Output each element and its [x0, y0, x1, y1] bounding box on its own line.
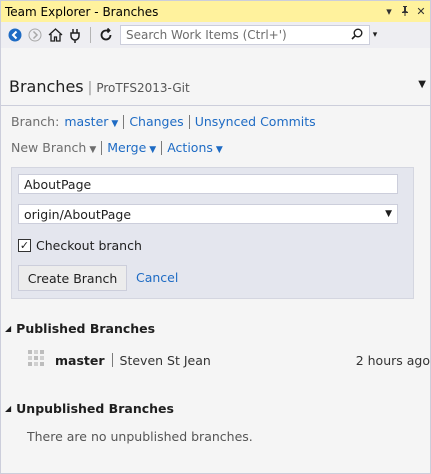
connect-icon[interactable] — [65, 25, 85, 45]
project-name: ProTFS2013-Git — [96, 81, 190, 95]
actions-line: New Branch ▼ Merge ▼ Actions ▼ — [11, 140, 223, 155]
cancel-link[interactable]: Cancel — [136, 270, 178, 285]
title-bar: Team Explorer - Branches ▾ ✕ — [1, 1, 430, 22]
back-arrow-icon[interactable] — [5, 25, 25, 45]
link-divider — [123, 114, 125, 129]
dropdown-caret-icon[interactable]: ▾ — [382, 5, 396, 18]
new-branch-label: New Branch — [11, 140, 87, 155]
checkout-branch-option[interactable]: ✓ Checkout branch — [18, 238, 142, 253]
close-icon[interactable]: ✕ — [414, 5, 428, 18]
page-header: Branches | ProTFS2013-Git ▼ — [1, 77, 430, 96]
checkout-branch-label: Checkout branch — [36, 238, 142, 253]
actions-label: Actions — [167, 140, 213, 155]
branch-row[interactable]: master Steven St Jean 2 hours ago — [27, 347, 430, 373]
home-icon[interactable] — [45, 25, 65, 45]
team-explorer-panel: Team Explorer - Branches ▾ ✕ Search Work… — [0, 0, 431, 474]
new-branch-dropdown[interactable]: New Branch ▼ — [11, 140, 96, 155]
published-branches-header[interactable]: ◢ Published Branches — [5, 321, 155, 336]
link-divider — [101, 140, 103, 155]
source-branch-value: origin/AboutPage — [24, 206, 132, 222]
source-branch-select[interactable]: origin/AboutPage ▼ — [18, 204, 398, 224]
search-icon[interactable] — [351, 28, 369, 43]
branch-author: Steven St Jean — [119, 352, 211, 368]
chevron-down-icon: ▼ — [89, 145, 97, 155]
header-divider: | — [87, 80, 93, 96]
search-work-items-input[interactable]: Search Work Items (Ctrl+') — [120, 25, 370, 45]
chevron-down-icon: ▼ — [215, 145, 223, 155]
dropdown-arrow-icon[interactable]: ▼ — [385, 209, 392, 219]
branch-line: Branch: master ▼ Changes Unsynced Commits — [11, 114, 316, 129]
window-title: Team Explorer - Branches — [5, 4, 159, 19]
link-divider — [188, 114, 190, 129]
refresh-icon[interactable] — [96, 25, 116, 45]
actions-dropdown[interactable]: Actions ▼ — [167, 140, 223, 155]
forward-arrow-icon[interactable] — [25, 25, 45, 45]
create-branch-form: AboutPage origin/AboutPage ▼ ✓ Checkout … — [11, 167, 414, 299]
unpublished-branches-header[interactable]: ◢ Unpublished Branches — [5, 401, 174, 416]
changes-link[interactable]: Changes — [129, 114, 183, 129]
branch-time: 2 hours ago — [355, 352, 430, 368]
published-branches-title: Published Branches — [16, 321, 156, 336]
toolbar: Search Work Items (Ctrl+') ▾ — [1, 22, 430, 48]
branch-name: master — [55, 352, 105, 368]
header-divider-line — [1, 105, 430, 106]
toolbar-separator — [90, 27, 91, 43]
row-divider — [111, 353, 113, 367]
chevron-down-icon: ▼ — [111, 119, 119, 129]
merge-label: Merge — [107, 140, 147, 155]
pin-icon[interactable] — [398, 5, 412, 19]
chevron-down-icon: ▼ — [149, 145, 157, 155]
branch-icon — [28, 350, 44, 366]
page-title[interactable]: Branches — [9, 77, 84, 96]
branch-name-input[interactable]: AboutPage — [18, 174, 398, 194]
branch-label: Branch: — [11, 114, 60, 129]
empty-state-text: There are no unpublished branches. — [27, 429, 253, 444]
current-branch-dropdown[interactable]: master ▼ — [64, 114, 118, 129]
unpublished-branches-title: Unpublished Branches — [16, 401, 174, 416]
merge-dropdown[interactable]: Merge ▼ — [107, 140, 156, 155]
search-placeholder: Search Work Items (Ctrl+') — [126, 28, 287, 42]
create-branch-button[interactable]: Create Branch — [18, 265, 127, 291]
collapse-triangle-icon[interactable]: ◢ — [5, 324, 11, 333]
checkout-branch-checkbox[interactable]: ✓ — [18, 239, 31, 252]
link-divider — [161, 140, 163, 155]
search-options-caret-icon[interactable]: ▾ — [370, 25, 380, 45]
unsynced-commits-link[interactable]: Unsynced Commits — [195, 114, 316, 129]
collapse-triangle-icon[interactable]: ◢ — [5, 404, 11, 413]
page-menu-caret-icon[interactable]: ▼ — [418, 79, 426, 90]
current-branch-name: master — [64, 114, 109, 129]
